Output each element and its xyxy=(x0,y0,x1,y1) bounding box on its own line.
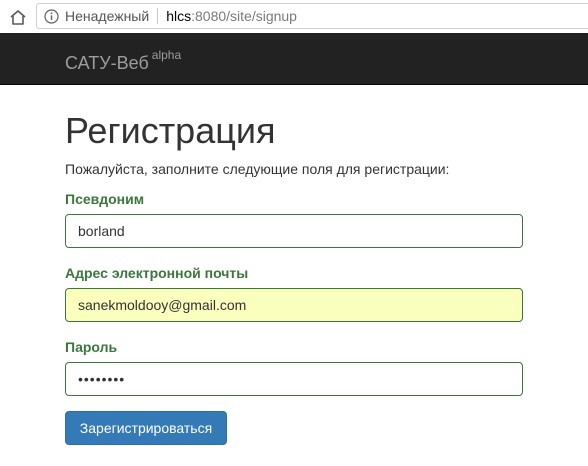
info-icon[interactable] xyxy=(43,8,59,24)
email-input[interactable] xyxy=(65,288,523,322)
browser-toolbar: Ненадежный hlcs:8080/site/signup xyxy=(0,0,588,33)
lead-text: Пожалуйста, заполните следующие поля для… xyxy=(65,161,450,177)
email-label: Адрес электронной почты xyxy=(65,265,249,281)
brand-badge: alpha xyxy=(151,48,182,62)
username-input[interactable] xyxy=(65,214,523,248)
brand-link[interactable]: САТУ-Веб alpha xyxy=(65,48,181,73)
address-divider xyxy=(157,8,159,24)
password-input[interactable] xyxy=(65,362,523,396)
navbar: САТУ-Веб alpha xyxy=(0,33,588,85)
security-label: Ненадежный xyxy=(65,8,150,24)
username-label: Псевдоним xyxy=(65,191,145,207)
url-host: hlcs xyxy=(166,8,192,24)
brand-name: САТУ-Веб xyxy=(65,53,149,73)
url-path: :8080/site/signup xyxy=(191,8,297,24)
home-button[interactable] xyxy=(7,6,29,28)
password-label: Пароль xyxy=(65,339,118,355)
home-icon xyxy=(10,9,26,25)
address-bar[interactable]: Ненадежный hlcs:8080/site/signup xyxy=(36,3,588,29)
page-title: Регистрация xyxy=(65,110,276,151)
signup-button[interactable]: Зарегистрироваться xyxy=(65,411,227,445)
